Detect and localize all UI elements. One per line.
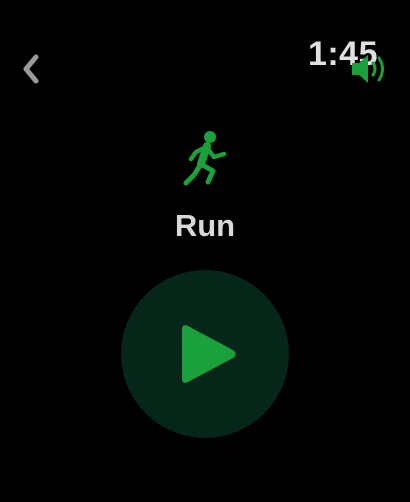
speaker-icon[interactable]	[350, 52, 390, 86]
back-button[interactable]	[14, 50, 48, 88]
workout-name: Run	[174, 208, 236, 243]
running-figure-icon	[183, 131, 227, 186]
play-icon	[182, 325, 236, 383]
start-workout-button[interactable]	[121, 270, 289, 438]
workout-start-screen: 1:45 Run	[0, 0, 410, 502]
chevron-left-icon	[23, 54, 39, 84]
